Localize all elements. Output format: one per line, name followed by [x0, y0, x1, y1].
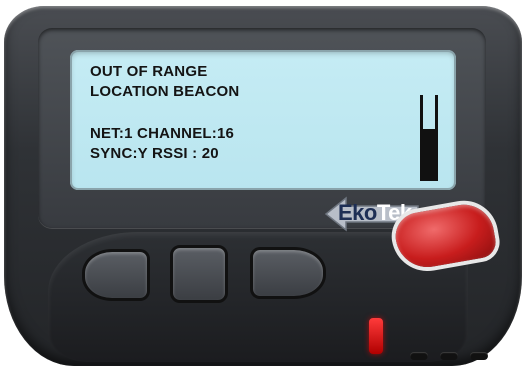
signal-level-icon [420, 95, 438, 181]
lcd-network-line: NET:1 CHANNEL:16 [90, 125, 235, 142]
contact-port [440, 352, 458, 360]
brand-logo-eko: Eko [338, 200, 377, 225]
right-button[interactable] [250, 247, 326, 299]
lcd-status-line: OUT OF RANGE [90, 63, 208, 80]
lcd-sync-line: SYNC:Y RSSI : 20 [90, 145, 219, 162]
lcd-screen: OUT OF RANGE LOCATION BEACON NET:1 CHANN… [70, 50, 456, 190]
left-button[interactable] [82, 249, 150, 301]
status-led-indicator [369, 318, 383, 354]
lcd-beacon-line: LOCATION BEACON [90, 83, 240, 100]
contact-port [410, 352, 428, 360]
signal-level-fill [420, 129, 438, 181]
middle-button[interactable] [170, 245, 228, 303]
contact-port [470, 352, 488, 360]
